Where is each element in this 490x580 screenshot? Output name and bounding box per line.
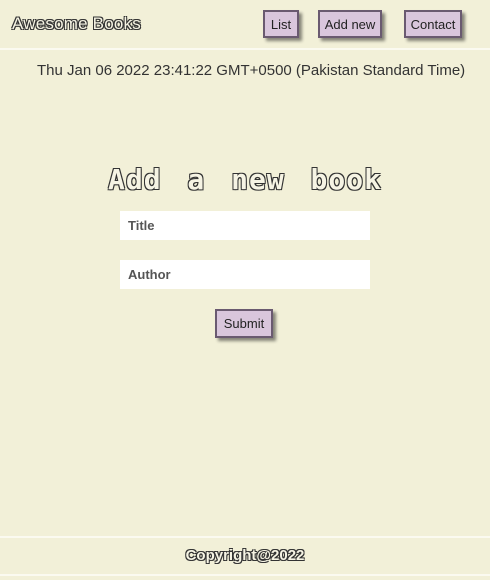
nav-add-new-button[interactable]: Add new <box>318 10 382 38</box>
author-input[interactable] <box>120 260 370 289</box>
footer-divider-top <box>0 536 490 538</box>
current-datetime: Thu Jan 06 2022 23:41:22 GMT+0500 (Pakis… <box>37 62 466 79</box>
footer-divider-bottom <box>0 574 490 576</box>
form-title: Add a new book <box>107 163 382 196</box>
header-divider <box>0 48 490 50</box>
submit-button[interactable]: Submit <box>215 309 273 338</box>
nav-contact-button[interactable]: Contact <box>404 10 462 38</box>
copyright-text: Copyright@2022 <box>185 547 305 564</box>
nav-list-button[interactable]: List <box>263 10 299 38</box>
site-header: Awesome Books List Add new Contact <box>0 0 490 48</box>
title-input[interactable] <box>120 211 370 240</box>
site-logo: Awesome Books <box>12 14 141 33</box>
